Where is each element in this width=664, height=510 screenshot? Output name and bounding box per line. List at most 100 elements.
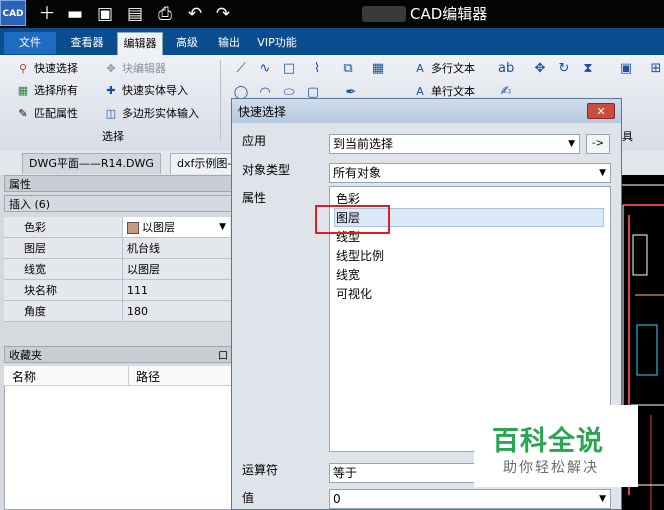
mtext-icon: A [416, 62, 424, 75]
mtext-label: 多行文本 [431, 62, 475, 75]
dialog-title: 快速选择 [238, 105, 287, 119]
object-type-label: 对象类型 [242, 163, 291, 177]
column-divider [128, 366, 129, 385]
tab-viewer[interactable]: 查看器 [64, 32, 110, 54]
ribbon-separator [220, 60, 221, 140]
prop-value: 以图层 [122, 259, 230, 279]
hatch-icon[interactable]: ▦ [370, 61, 386, 77]
mirror-icon[interactable]: ⧗ [580, 61, 596, 77]
prop-value: 111 [122, 280, 230, 300]
polygon-entity-input-button[interactable]: ◫ 多边形实体输入 [103, 105, 199, 123]
property-label: 属性 [242, 191, 267, 205]
chevron-down-icon: ▼ [599, 494, 606, 504]
tab-editor[interactable]: 编辑器 [117, 32, 163, 55]
copy-icon[interactable]: ⧉ [340, 61, 356, 77]
new-file-icon[interactable]: ＋ [36, 3, 58, 25]
value-label: 值 [242, 491, 255, 505]
prop-value: 180 [122, 301, 230, 321]
ribbon-group-label: 选择 [102, 130, 124, 143]
tab-vip[interactable]: VIP功能 [252, 32, 302, 54]
color-swatch [127, 222, 139, 234]
prop-key: 角度 [24, 305, 46, 318]
apply-value: 到当前选择 [333, 137, 394, 151]
tab-advanced[interactable]: 高级 [170, 32, 204, 54]
entity-import-icon: ✚ [106, 84, 116, 97]
property-item[interactable]: 线宽 [336, 266, 360, 284]
prop-row-angle[interactable]: 角度 180 [4, 301, 232, 322]
text-style-icon[interactable]: ab [498, 61, 514, 77]
prop-row-lineweight[interactable]: 线宽 以图层 [4, 259, 232, 280]
prop-key: 色彩 [24, 221, 46, 234]
column-name[interactable]: 名称 [12, 368, 36, 385]
highlight-annotation-box [315, 205, 390, 234]
mtext-button[interactable]: A 多行文本 [412, 60, 475, 78]
quick-entity-import-button[interactable]: ✚ 快速实体导入 [103, 82, 188, 100]
select-all-label: 选择所有 [34, 84, 78, 97]
polygon-entity-input-label: 多边形实体输入 [122, 107, 199, 120]
block-editor-button[interactable]: ✥ 块编辑器 [103, 60, 166, 78]
save-as-icon[interactable]: ▤ [124, 3, 146, 25]
line-icon[interactable]: ⟋ [233, 61, 249, 77]
prop-row-layer[interactable]: 图层 机台线 [4, 238, 232, 259]
favorites-header: 收藏夹 [4, 346, 232, 363]
redo-icon[interactable]: ↷ [212, 3, 234, 25]
block-editor-icon: ✥ [106, 62, 116, 75]
doc-tab-dxf[interactable]: dxf示例图- [170, 153, 239, 174]
watermark-subtitle: 助你轻松解决 [503, 460, 599, 476]
apply-select[interactable]: 到当前选择 ▼ [329, 134, 580, 154]
value-select[interactable]: 0 ▼ [329, 489, 611, 509]
column-path[interactable]: 路径 [136, 368, 160, 385]
spline-icon[interactable]: ⌇ [309, 61, 325, 77]
block-editor-label: 块编辑器 [122, 62, 166, 75]
chevron-down-icon: ▼ [599, 168, 606, 178]
property-item[interactable]: 可视化 [336, 285, 372, 303]
pick-objects-button[interactable]: -> [586, 134, 610, 154]
quick-select-icon: ⚲ [18, 62, 28, 75]
title-blur [362, 6, 406, 22]
undo-icon[interactable]: ↶ [184, 3, 206, 25]
watermark-title: 百科全说 [492, 426, 604, 457]
chevron-down-icon[interactable]: ▼ [219, 217, 226, 238]
rotate-icon[interactable]: ↻ [556, 61, 572, 77]
tab-file[interactable]: 文件 [4, 32, 56, 54]
prop-row-color[interactable]: 色彩 以图层 ▼ [4, 217, 232, 238]
dialog-title-bar[interactable] [232, 99, 621, 123]
close-button[interactable]: ✕ [587, 103, 615, 119]
favorites-list[interactable] [4, 366, 232, 510]
tab-output[interactable]: 输出 [212, 32, 246, 54]
layer-icon[interactable]: ▣ [618, 61, 634, 77]
operator-value: 等于 [333, 466, 358, 480]
prop-key: 线宽 [24, 263, 46, 276]
favorites-column-header [4, 366, 232, 386]
properties-header: 属性 [4, 175, 232, 192]
select-all-icon: ▦ [17, 84, 29, 97]
select-all-button[interactable]: ▦ 选择所有 [15, 82, 78, 100]
brush-icon: ✎ [18, 107, 28, 120]
move-icon[interactable]: ✥ [532, 61, 548, 77]
object-type-value: 所有对象 [333, 166, 382, 180]
match-properties-button[interactable]: ✎ 匹配属性 [15, 105, 78, 123]
chevron-down-icon: ▼ [568, 139, 575, 149]
prop-value: 以图层 [142, 221, 175, 234]
insert-group-header[interactable]: 插入 (6) [4, 195, 232, 212]
quick-entity-import-label: 快速实体导入 [122, 84, 188, 97]
quick-select-button[interactable]: ⚲ 快速选择 [15, 60, 78, 78]
prop-row-block-name[interactable]: 块名称 111 [4, 280, 232, 301]
property-item[interactable]: 线型比例 [336, 247, 384, 265]
polyline-icon[interactable]: ∿ [257, 61, 273, 77]
save-icon[interactable]: ▣ [94, 3, 116, 25]
rectangle-icon[interactable]: □ [281, 61, 297, 77]
prop-value-color-select[interactable]: 以图层 ▼ [122, 217, 230, 237]
app-logo[interactable]: CAD [0, 0, 26, 26]
print-icon[interactable]: ⎙ [154, 3, 176, 25]
object-type-select[interactable]: 所有对象 ▼ [329, 163, 611, 183]
doc-tab-dwg[interactable]: DWG平面——R14.DWG [22, 153, 161, 174]
open-folder-icon[interactable]: ▬ [64, 3, 86, 25]
pin-icon[interactable]: 口 [218, 347, 228, 362]
block-icon[interactable]: ⊞ [648, 61, 664, 77]
polygon-icon: ◫ [105, 107, 117, 120]
tools-group-label: 具 [622, 130, 633, 143]
quick-select-label: 快速选择 [34, 62, 78, 75]
window-title: CAD编辑器 [410, 5, 488, 23]
prop-key: 图层 [24, 242, 46, 255]
